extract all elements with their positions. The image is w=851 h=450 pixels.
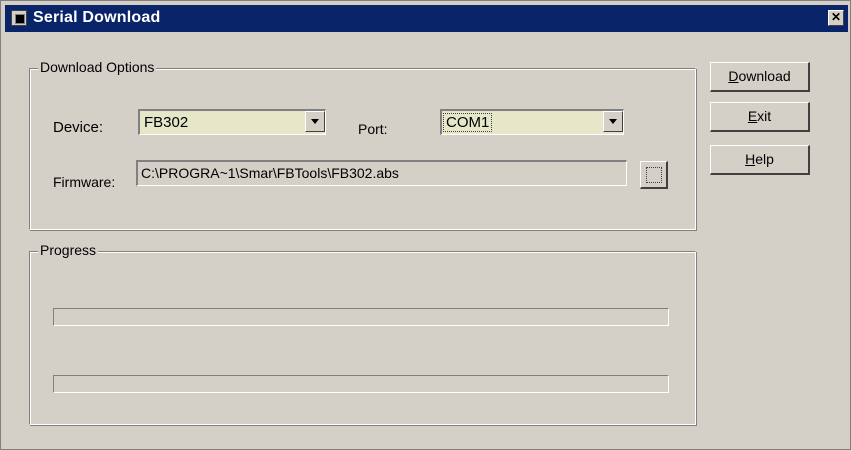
device-select[interactable]: FB302 (138, 109, 326, 135)
firmware-label: Firmware: (53, 174, 116, 190)
firmware-path-field[interactable]: C:\PROGRA~1\Smar\FBTools\FB302.abs (136, 160, 627, 186)
progress-bar-2 (53, 375, 669, 393)
port-select[interactable]: COM1 (440, 109, 624, 135)
exit-button[interactable]: Exit (710, 102, 810, 132)
port-value: COM1 (443, 113, 493, 132)
download-options-group: Download Options (29, 59, 696, 230)
browse-button[interactable] (640, 161, 668, 189)
download-options-label: Download Options (38, 59, 157, 75)
window-title: Serial Download (33, 9, 161, 26)
device-label: Device: (53, 119, 104, 136)
serial-download-dialog: Serial Download ✕ Download Options Devic… (0, 0, 851, 450)
download-button[interactable]: Download (710, 62, 810, 92)
app-window-icon (11, 10, 27, 26)
chevron-down-icon[interactable] (305, 111, 325, 132)
chevron-down-icon[interactable] (603, 111, 623, 132)
progress-label: Progress (38, 242, 99, 258)
device-value: FB302 (144, 114, 189, 131)
port-label: Port: (358, 121, 388, 137)
help-button[interactable]: Help (710, 145, 810, 175)
progress-group: Progress (29, 242, 696, 425)
close-button[interactable]: ✕ (828, 10, 844, 26)
progress-bar-1 (53, 308, 669, 326)
title-bar[interactable]: Serial Download ✕ (5, 5, 848, 32)
